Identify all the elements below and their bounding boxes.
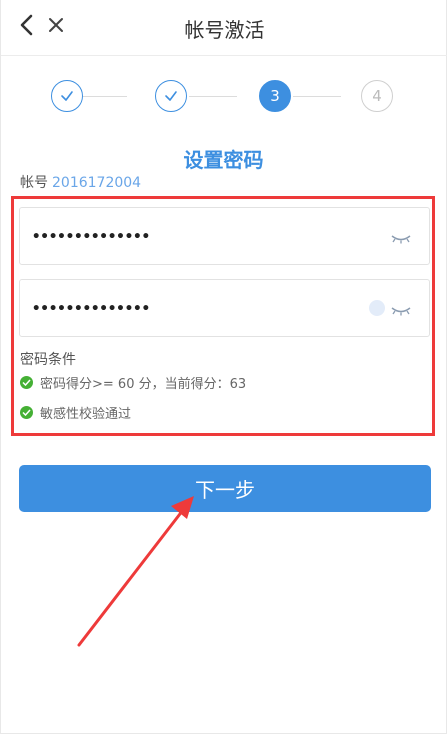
confirm-password-input[interactable] xyxy=(32,294,372,324)
step-4-pending: 4 xyxy=(361,80,393,112)
condition-text: 敏感性校验通过 xyxy=(40,407,132,422)
eye-closed-icon[interactable] xyxy=(391,234,411,244)
check-circle-icon xyxy=(20,376,33,389)
status-dot-icon xyxy=(369,300,385,316)
password-conditions-title: 密码条件 xyxy=(20,352,76,368)
step-connector xyxy=(83,96,127,97)
step-progress: 3 4 xyxy=(1,80,447,114)
condition-item: 敏感性校验通过 xyxy=(20,403,131,422)
app-frame: 帐号激活 3 4 设置密码 帐号 2016172004 ••••••••••••… xyxy=(0,0,447,734)
step-2-done xyxy=(155,80,187,112)
condition-item: 密码得分>= 60 分，当前得分：63 xyxy=(20,373,246,392)
step-connector xyxy=(189,96,237,97)
account-row: 帐号 2016172004 xyxy=(20,172,141,192)
check-circle-icon xyxy=(20,406,33,419)
section-title: 设置密码 xyxy=(183,148,264,172)
condition-text: 密码得分>= 60 分，当前得分：63 xyxy=(40,377,247,392)
password-field[interactable] xyxy=(19,207,430,265)
account-label: 帐号 xyxy=(20,175,48,191)
check-icon xyxy=(61,91,73,101)
password-input[interactable] xyxy=(32,222,372,252)
next-step-button[interactable]: 下一步 xyxy=(19,465,431,512)
confirm-password-field[interactable] xyxy=(19,279,430,337)
step-1-done xyxy=(51,80,83,112)
account-value: 2016172004 xyxy=(52,175,142,191)
step-3-active: 3 xyxy=(259,80,291,112)
page-title: 帐号激活 xyxy=(184,18,265,42)
eye-closed-icon[interactable] xyxy=(391,306,411,316)
check-icon xyxy=(165,91,177,101)
step-connector xyxy=(293,96,341,97)
header-bar: 帐号激活 xyxy=(1,0,447,56)
